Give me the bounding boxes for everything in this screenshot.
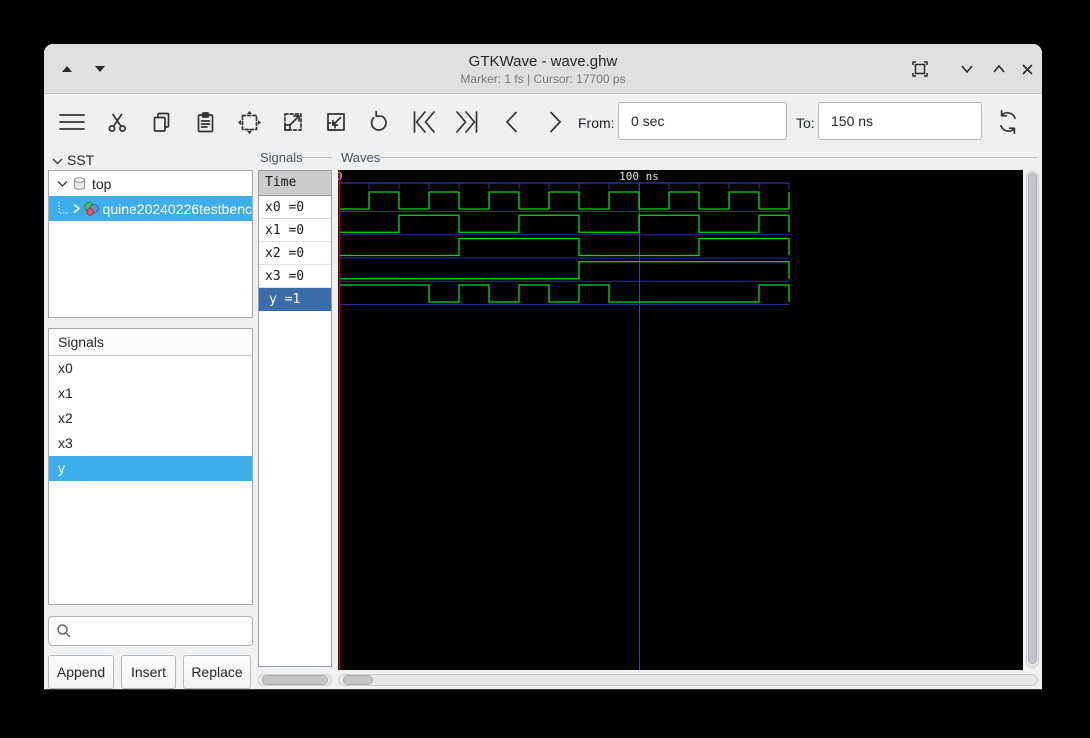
- chevron-up-icon: [993, 64, 1005, 73]
- scrollbar-thumb[interactable]: [343, 675, 373, 685]
- tree-item-testbench[interactable]: quine20240226testbenc: [49, 196, 252, 221]
- from-input[interactable]: [618, 102, 787, 140]
- undo-arrow-icon: [370, 110, 387, 131]
- sst-tree: top quine20240226testbenc: [48, 170, 253, 318]
- signal-search[interactable]: [48, 616, 253, 646]
- time-header: Time: [259, 171, 331, 196]
- zoom-fit-icon: [237, 110, 261, 134]
- signal-values-panel: Time x0 =0 x1 =0 x2 =0 x3 =0 y =1: [258, 170, 332, 667]
- signals-panel-hscrollbar[interactable]: [258, 674, 332, 686]
- tree-item-top[interactable]: top: [49, 171, 252, 196]
- zoom-in-button[interactable]: [277, 107, 309, 137]
- skip-to-start-button[interactable]: [408, 107, 440, 137]
- zoom-fit-button[interactable]: [233, 107, 265, 137]
- copy-icon: [153, 112, 169, 132]
- sst-expander-icon: [52, 158, 63, 165]
- signals-frame-line: [300, 157, 332, 158]
- signal-list-header: Signals: [49, 329, 252, 356]
- waves-frame-label: Waves: [341, 150, 381, 165]
- value-row-x2[interactable]: x2 =0: [259, 242, 331, 265]
- menu-button[interactable]: [56, 107, 88, 137]
- sst-label: SST: [67, 152, 95, 168]
- step-back-button[interactable]: [496, 107, 528, 137]
- chevron-left-icon: [506, 111, 517, 133]
- clipboard-icon: [197, 111, 213, 132]
- step-forward-button[interactable]: [539, 107, 571, 137]
- zoom-out-button[interactable]: [320, 107, 352, 137]
- close-icon: [1021, 63, 1033, 75]
- reload-button[interactable]: [992, 107, 1024, 137]
- to-label: To:: [796, 115, 815, 131]
- reload-icon: [1000, 109, 1016, 135]
- toolbar: From: To:: [44, 95, 1042, 149]
- expander-right-icon[interactable]: [72, 203, 81, 214]
- signals-frame-label: Signals: [260, 150, 303, 165]
- tree-item-label: quine20240226testbenc: [102, 200, 252, 217]
- expander-down-icon[interactable]: [57, 180, 68, 188]
- svg-text:100 ns: 100 ns: [619, 170, 659, 183]
- minimize-button[interactable]: [956, 58, 978, 80]
- append-button[interactable]: Append: [48, 655, 114, 689]
- hamburger-menu-icon: [59, 114, 85, 130]
- scrollbar-thumb[interactable]: [1028, 173, 1037, 664]
- titlebar: GTKWave - wave.ghw Marker: 1 fs | Cursor…: [44, 44, 1042, 94]
- fit-frame-icon: [912, 61, 928, 77]
- to-input[interactable]: [818, 102, 982, 140]
- signal-item-x2[interactable]: x2: [49, 406, 252, 431]
- value-row-x0[interactable]: x0 =0: [259, 196, 331, 219]
- tree-guide-line: [58, 201, 68, 213]
- replace-button[interactable]: Replace: [183, 655, 251, 689]
- search-icon: [57, 624, 71, 638]
- chevron-right-icon: [550, 111, 561, 133]
- signal-item-x0[interactable]: x0: [49, 356, 252, 381]
- cut-button[interactable]: [101, 107, 133, 137]
- signal-item-x3[interactable]: x3: [49, 431, 252, 456]
- waves-vscrollbar[interactable]: [1026, 171, 1039, 668]
- undo-button[interactable]: [364, 107, 396, 137]
- gtkwave-window: GTKWave - wave.ghw Marker: 1 fs | Cursor…: [44, 44, 1042, 690]
- marker-cursor-status: Marker: 1 fs | Cursor: 17700 ps: [460, 72, 626, 86]
- copy-button[interactable]: [145, 107, 177, 137]
- signal-item-x1[interactable]: x1: [49, 381, 252, 406]
- wave-canvas[interactable]: 0100 ns: [338, 170, 1023, 670]
- window-title: GTKWave - wave.ghw: [468, 53, 618, 70]
- paste-button[interactable]: [189, 107, 221, 137]
- zoom-out-icon: [327, 113, 345, 131]
- skip-to-end-button[interactable]: [451, 107, 483, 137]
- signal-item-y[interactable]: y: [49, 456, 252, 481]
- scissors-icon: [108, 113, 126, 132]
- value-row-x3[interactable]: x3 =0: [259, 265, 331, 288]
- module-circles-icon: [84, 201, 99, 216]
- insert-button[interactable]: Insert: [121, 655, 176, 689]
- value-row-y[interactable]: y =1: [259, 288, 331, 311]
- chevron-down-icon: [961, 65, 973, 74]
- sst-section[interactable]: SST: [52, 152, 94, 168]
- scope-cylinder-icon: [74, 177, 85, 190]
- skip-start-icon: [413, 111, 435, 133]
- tree-item-label: top: [92, 175, 112, 192]
- waves-hscrollbar[interactable]: [338, 674, 1038, 686]
- from-label: From:: [578, 115, 615, 131]
- scrollbar-thumb[interactable]: [262, 675, 328, 685]
- waveform-plot[interactable]: 0100 ns: [338, 170, 1023, 670]
- skip-end-icon: [456, 111, 478, 133]
- keep-above-button[interactable]: [909, 58, 931, 80]
- zoom-in-icon: [284, 113, 302, 131]
- value-row-x1[interactable]: x1 =0: [259, 219, 331, 242]
- signal-list: Signals x0 x1 x2 x3 y: [48, 328, 253, 605]
- maximize-button[interactable]: [988, 58, 1010, 80]
- waves-frame-line: [380, 157, 1038, 158]
- close-button[interactable]: [1016, 58, 1038, 80]
